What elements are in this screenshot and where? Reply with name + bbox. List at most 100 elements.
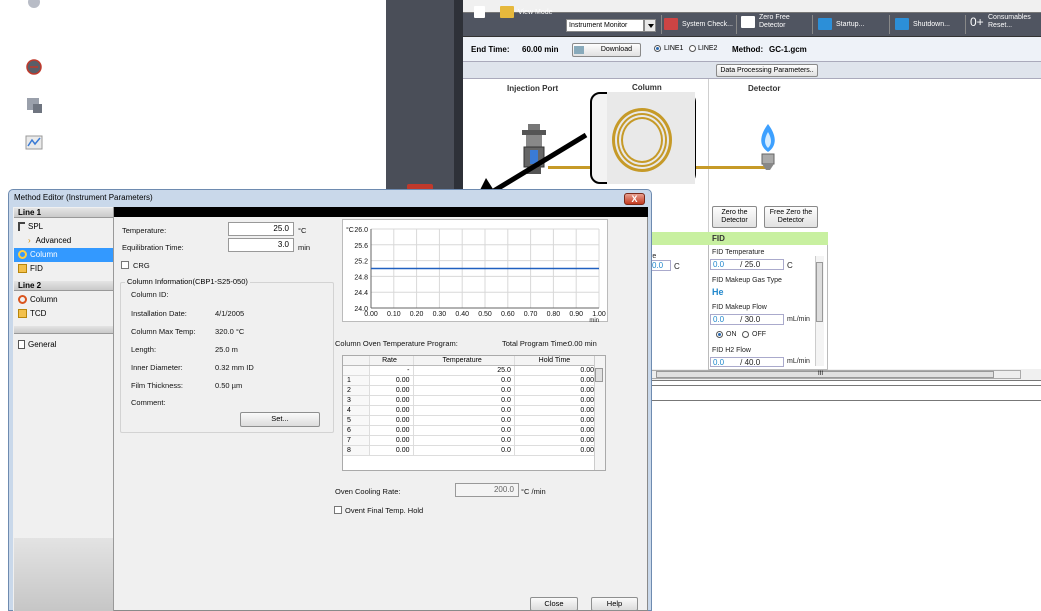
help-button[interactable]: Help	[591, 597, 638, 611]
sidebar-item-column-line2[interactable]: Column	[14, 293, 113, 307]
table-cell[interactable]: 3	[343, 395, 370, 406]
table-header-cell	[343, 356, 370, 366]
start-single-run-button[interactable]: Start Single Run	[0, 0, 68, 31]
data-processing-parameters-button[interactable]: Data Processing Parameters..	[716, 64, 818, 77]
table-row[interactable]: 4 0.00 0.0 0.00	[343, 405, 599, 416]
table-cell[interactable]: 0.0	[413, 435, 515, 446]
table-cell[interactable]: 0.0	[413, 425, 515, 436]
set-button[interactable]: Set...	[240, 412, 320, 427]
table-cell[interactable]: 0.00	[369, 375, 414, 386]
table-row[interactable]: 3 0.00 0.0 0.00	[343, 395, 599, 406]
table-cell[interactable]: 0.00	[369, 425, 414, 436]
table-cell[interactable]: 7	[343, 435, 370, 446]
table-cell[interactable]: 2	[343, 385, 370, 396]
stop-button[interactable]: Stop	[0, 58, 68, 87]
table-cell[interactable]: -	[369, 365, 414, 376]
startup-button[interactable]: Startup...	[818, 17, 864, 32]
chart-y-axis-label: °C	[346, 226, 354, 234]
fid-on-radio[interactable]	[716, 331, 723, 338]
table-cell[interactable]: 0.00	[369, 445, 414, 456]
toolbar-layout-button[interactable]	[474, 5, 489, 20]
chart-x-tick-label: 0.20	[410, 311, 424, 318]
table-cell[interactable]: 0.00	[514, 405, 599, 416]
table-cell[interactable]: 0.00	[369, 385, 414, 396]
sidebar-item-general[interactable]: General	[14, 338, 113, 352]
table-row[interactable]: -25.0 0.00	[343, 365, 599, 376]
table-cell[interactable]: 0.0	[413, 405, 515, 416]
table-cell[interactable]: 0.00	[369, 415, 414, 426]
table-cell[interactable]: 0.00	[514, 435, 599, 446]
table-row[interactable]: 5 0.00 0.0 0.00	[343, 415, 599, 426]
shutdown-button[interactable]: Shutdown...	[895, 17, 950, 32]
equilibration-input[interactable]: 3.0	[228, 238, 294, 252]
line2-radio[interactable]	[689, 45, 696, 52]
column-coil-inner2	[621, 117, 663, 163]
table-cell[interactable]: 5	[343, 415, 370, 426]
table-row[interactable]: 7 0.00 0.0 0.00	[343, 435, 599, 446]
table-cell[interactable]: 0.0	[413, 415, 515, 426]
chart-x-tick-label: 0.60	[501, 311, 515, 318]
table-cell[interactable]: 0.0	[413, 445, 515, 456]
detector-flame-icon[interactable]	[753, 122, 783, 170]
table-cell[interactable]: 0.00	[514, 395, 599, 406]
table-cell[interactable]: 0.00	[514, 375, 599, 386]
sidebar-item-spl[interactable]: SPL	[14, 220, 113, 234]
startup-icon	[818, 18, 832, 31]
tcd-icon	[18, 309, 27, 319]
crg-checkbox[interactable]	[121, 261, 129, 269]
table-row[interactable]: 1 0.00 0.0 0.00	[343, 375, 599, 386]
chevron-down-icon[interactable]	[644, 19, 656, 32]
table-cell[interactable]: 0.00	[514, 385, 599, 396]
fid-scroll-thumb[interactable]	[816, 262, 823, 322]
temperature-input[interactable]: 25.0	[228, 222, 294, 236]
chart-svg: 0.00 0.10 0.20 0.30 0.40 0.50 0.60 0.70 0.80 0.90…	[346, 226, 606, 324]
table-cell[interactable]: 0.0	[413, 395, 515, 406]
system-check-button[interactable]: System Check...	[664, 17, 733, 32]
horizontal-scroll-thumb[interactable]	[656, 371, 994, 378]
table-cell[interactable]: 0.00	[369, 395, 414, 406]
table-cell[interactable]: 0.0	[413, 375, 515, 386]
close-button[interactable]: Close	[530, 597, 578, 611]
table-cell[interactable]: 0.00	[369, 405, 414, 416]
table-row[interactable]: 6 0.00 0.0 0.00	[343, 425, 599, 436]
table-cell[interactable]: 0.00	[369, 435, 414, 446]
table-cell[interactable]: 25.0	[413, 365, 515, 376]
final-hold-checkbox[interactable]	[334, 506, 342, 514]
fid-off-label: OFF	[752, 331, 766, 338]
sidebar-item-column[interactable]: Column	[14, 248, 113, 262]
table-header-cell: Rate	[369, 356, 414, 366]
zero-detector-button[interactable]: Zero the Detector	[712, 206, 757, 228]
consumables-reset-button[interactable]: 0+ Consumables Reset...	[970, 14, 1031, 29]
zero-free-detector-button[interactable]: Zero Free Detector	[741, 14, 790, 29]
table-cell[interactable]	[343, 365, 370, 376]
table-cell[interactable]: 0.0	[413, 385, 515, 396]
fid-off-radio[interactable]	[742, 331, 749, 338]
snapshot-button[interactable]: Snapshot	[0, 96, 68, 125]
table-cell[interactable]: 6	[343, 425, 370, 436]
table-cell[interactable]: 8	[343, 445, 370, 456]
table-row[interactable]: 2 0.00 0.0 0.00	[343, 385, 599, 396]
sidebar-item-fid[interactable]: FID	[14, 262, 113, 276]
sidebar-item-advanced[interactable]: › Advanced	[14, 234, 113, 248]
oven-cooling-input[interactable]: 200.0	[455, 483, 519, 497]
table-row[interactable]: 8 0.00 0.0 0.00	[343, 445, 599, 456]
line1-radio[interactable]	[654, 45, 661, 52]
oven-program-label: Column Oven Temperature Program:	[335, 339, 458, 348]
table-cell[interactable]: 0.00	[514, 415, 599, 426]
scroll-grip: III	[818, 371, 824, 377]
snapshot-icon	[24, 96, 44, 114]
table-scroll-thumb[interactable]	[595, 368, 603, 382]
start-label: Start Single Run	[16, 15, 52, 30]
free-zero-detector-button[interactable]: Free Zero the Detector	[764, 206, 818, 228]
table-cell[interactable]: 0.00	[514, 365, 599, 376]
sidebar-item-tcd[interactable]: TCD	[14, 307, 113, 321]
table-cell[interactable]: 0.00	[514, 445, 599, 456]
injection-port-heading: Injection Port	[507, 84, 559, 93]
view-mode-select[interactable]: Instrument Monitor	[566, 19, 644, 32]
close-icon[interactable]: X	[624, 193, 645, 205]
table-cell[interactable]: 0.00	[514, 425, 599, 436]
data-analysis-button[interactable]: Data Analysis	[0, 134, 68, 163]
table-cell[interactable]: 4	[343, 405, 370, 416]
spl-icon	[18, 222, 25, 232]
table-cell[interactable]: 1	[343, 375, 370, 386]
